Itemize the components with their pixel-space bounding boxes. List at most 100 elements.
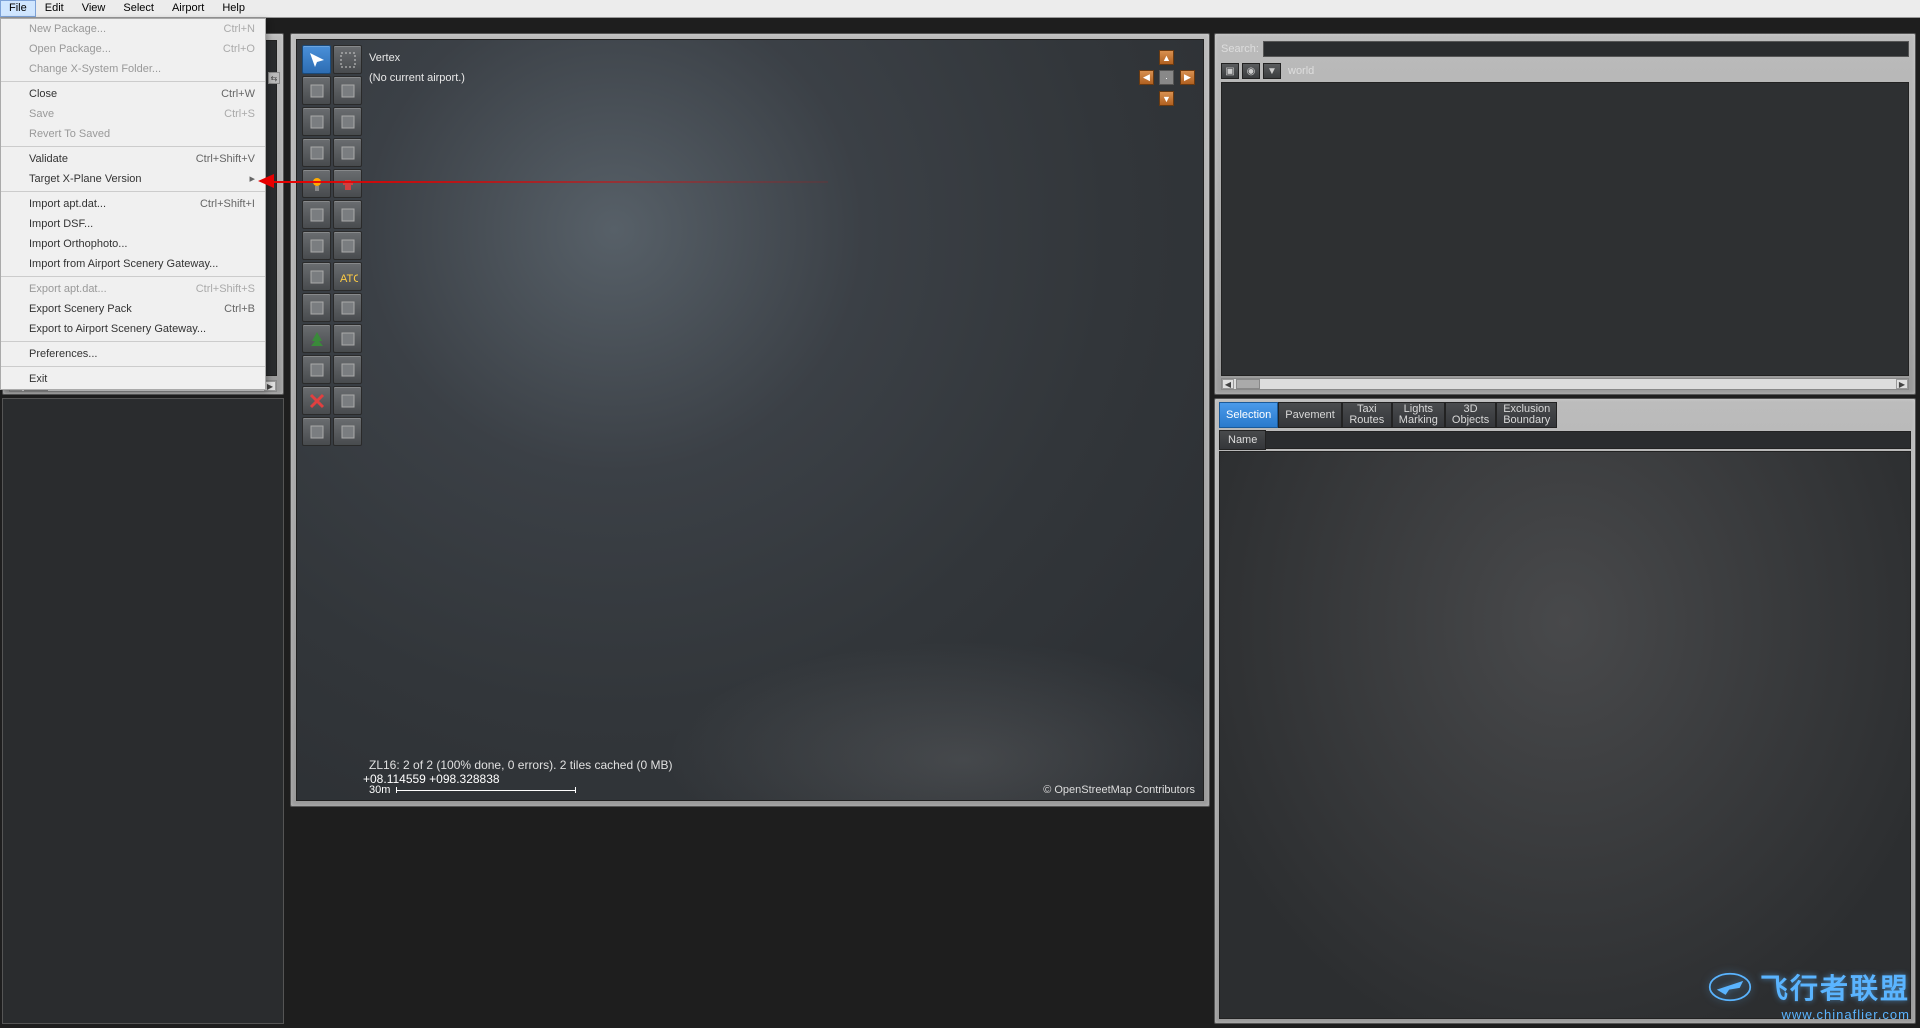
- search-row: Search:: [1221, 40, 1909, 58]
- menu-item-save: SaveCtrl+S: [1, 104, 265, 124]
- facade-tool[interactable]: [333, 293, 362, 322]
- menu-item-import-from-airport-scenery-gateway[interactable]: Import from Airport Scenery Gateway...: [1, 254, 265, 274]
- menu-item-export-to-airport-scenery-gateway[interactable]: Export to Airport Scenery Gateway...: [1, 319, 265, 339]
- cone-tool[interactable]: [333, 200, 362, 229]
- filter-dropdown-icon[interactable]: ▼: [1263, 63, 1281, 79]
- aircraft-tool[interactable]: [333, 231, 362, 260]
- menu-item-close[interactable]: CloseCtrl+W: [1, 84, 265, 104]
- menu-item-export-scenery-pack[interactable]: Export Scenery PackCtrl+B: [1, 299, 265, 319]
- menu-separator: [1, 146, 265, 147]
- windsock-tool[interactable]: [302, 200, 331, 229]
- main-viewport-frame: ATC Vertex (No current airport.) ▲ ▼ ◀ ▶…: [290, 33, 1210, 807]
- name-label: Name: [1219, 430, 1266, 450]
- menu-separator: [1, 366, 265, 367]
- world-label: world: [1288, 65, 1314, 77]
- menu-item-new-package: New Package...Ctrl+N: [1, 19, 265, 39]
- runway-mark-tool[interactable]: [302, 262, 331, 291]
- menu-item-revert-to-saved: Revert To Saved: [1, 124, 265, 144]
- polygon-tool[interactable]: [333, 355, 362, 384]
- menubar: FileEditViewSelectAirportHelp: [0, 0, 1920, 18]
- menu-item-change-x-system-folder: Change X-System Folder...: [1, 59, 265, 79]
- menu-separator: [1, 341, 265, 342]
- point-tool[interactable]: [333, 324, 362, 353]
- tree-tool[interactable]: [302, 324, 331, 353]
- hydrant-tool[interactable]: [333, 169, 362, 198]
- menu-file[interactable]: File: [0, 0, 36, 17]
- map-viewport[interactable]: ATC Vertex (No current airport.) ▲ ▼ ◀ ▶…: [296, 39, 1204, 801]
- tab-pavement[interactable]: Pavement: [1278, 402, 1342, 428]
- menu-airport[interactable]: Airport: [163, 0, 213, 17]
- scroll-thumb[interactable]: [1236, 379, 1260, 389]
- line-tool[interactable]: [302, 355, 331, 384]
- scroll-right-button[interactable]: ▶: [1896, 379, 1908, 389]
- stairs-tool[interactable]: [333, 386, 362, 415]
- search-input[interactable]: [1263, 41, 1909, 57]
- bezier-tool[interactable]: [302, 138, 331, 167]
- tab-boundary[interactable]: ExclusionBoundary: [1496, 402, 1557, 428]
- sign-tool[interactable]: [333, 138, 362, 167]
- delete-tool[interactable]: [302, 386, 331, 415]
- menu-help[interactable]: Help: [213, 0, 254, 17]
- light-tool[interactable]: [302, 169, 331, 198]
- panel-collapse-handle[interactable]: ⇆: [268, 72, 280, 84]
- wall-tool[interactable]: [302, 293, 331, 322]
- left-lower-panel: [2, 398, 284, 1024]
- viewport-title: Vertex: [369, 48, 465, 68]
- menu-item-import-orthophoto[interactable]: Import Orthophoto...: [1, 234, 265, 254]
- menu-separator: [1, 276, 265, 277]
- jetway-tool[interactable]: [302, 417, 331, 446]
- overlay-tool[interactable]: [302, 107, 331, 136]
- scale-bar: 30m: [369, 784, 576, 796]
- menu-item-validate[interactable]: ValidateCtrl+Shift+V: [1, 149, 265, 169]
- menu-item-import-apt-dat[interactable]: Import apt.dat...Ctrl+Shift+I: [1, 194, 265, 214]
- vertex-tool[interactable]: [302, 45, 331, 74]
- menu-item-target-x-plane-version[interactable]: Target X-Plane Version: [1, 169, 265, 189]
- viewport-info: Vertex (No current airport.): [369, 48, 465, 88]
- atc-tool[interactable]: ATC: [333, 262, 362, 291]
- tab-selection[interactable]: Selection: [1219, 402, 1278, 428]
- library-tree[interactable]: [1221, 82, 1909, 376]
- scroll-left-button[interactable]: ◀: [1222, 379, 1234, 389]
- svg-text:ATC: ATC: [340, 273, 358, 285]
- tab-marking[interactable]: LightsMarking: [1392, 402, 1445, 428]
- menu-view[interactable]: View: [73, 0, 115, 17]
- pan-down-button[interactable]: ▼: [1159, 91, 1174, 106]
- zoom-status: ZL16: 2 of 2 (100% done, 0 errors). 2 ti…: [369, 758, 672, 772]
- menu-item-import-dsf[interactable]: Import DSF...: [1, 214, 265, 234]
- pan-right-button[interactable]: ▶: [1180, 70, 1195, 85]
- menu-separator: [1, 81, 265, 82]
- truck-tool[interactable]: [333, 417, 362, 446]
- pan-center-button[interactable]: ·: [1159, 70, 1174, 85]
- osm-credit: © OpenStreetMap Contributors: [1043, 784, 1195, 796]
- menu-select[interactable]: Select: [114, 0, 163, 17]
- name-row: Name: [1219, 431, 1911, 449]
- menu-item-export-apt-dat: Export apt.dat...Ctrl+Shift+S: [1, 279, 265, 299]
- filter-photo-icon[interactable]: ◉: [1242, 63, 1260, 79]
- filter-camera-icon[interactable]: ▣: [1221, 63, 1239, 79]
- viewport-subtitle: (No current airport.): [369, 68, 465, 88]
- filter-row: ▣ ◉ ▼ world: [1221, 62, 1909, 80]
- menu-item-exit[interactable]: Exit: [1, 369, 265, 389]
- library-hscroll[interactable]: ◀ ▶: [1221, 378, 1909, 390]
- menu-item-open-package: Open Package...Ctrl+O: [1, 39, 265, 59]
- tab-routes[interactable]: TaxiRoutes: [1342, 402, 1392, 428]
- search-label: Search:: [1221, 43, 1259, 55]
- menu-separator: [1, 191, 265, 192]
- toolbox: ATC: [302, 45, 364, 446]
- properties-panel: SelectionPavementTaxiRoutesLightsMarking…: [1214, 398, 1916, 1024]
- taxiway-tool[interactable]: [302, 76, 331, 105]
- tab-objects[interactable]: 3DObjects: [1445, 402, 1496, 428]
- library-panel: Search: ▣ ◉ ▼ world ◀ ▶: [1214, 33, 1916, 395]
- beacon-tool[interactable]: [333, 76, 362, 105]
- menu-item-preferences[interactable]: Preferences...: [1, 344, 265, 364]
- properties-detail: [1219, 451, 1911, 1019]
- tower-tool[interactable]: [302, 231, 331, 260]
- name-field[interactable]: [1266, 431, 1911, 449]
- marquee-tool[interactable]: [333, 45, 362, 74]
- menu-edit[interactable]: Edit: [36, 0, 73, 17]
- crossing-tool[interactable]: [333, 107, 362, 136]
- file-menu-dropdown: New Package...Ctrl+NOpen Package...Ctrl+…: [0, 18, 266, 390]
- pan-left-button[interactable]: ◀: [1139, 70, 1154, 85]
- pan-up-button[interactable]: ▲: [1159, 50, 1174, 65]
- tabs-row: SelectionPavementTaxiRoutesLightsMarking…: [1219, 402, 1911, 428]
